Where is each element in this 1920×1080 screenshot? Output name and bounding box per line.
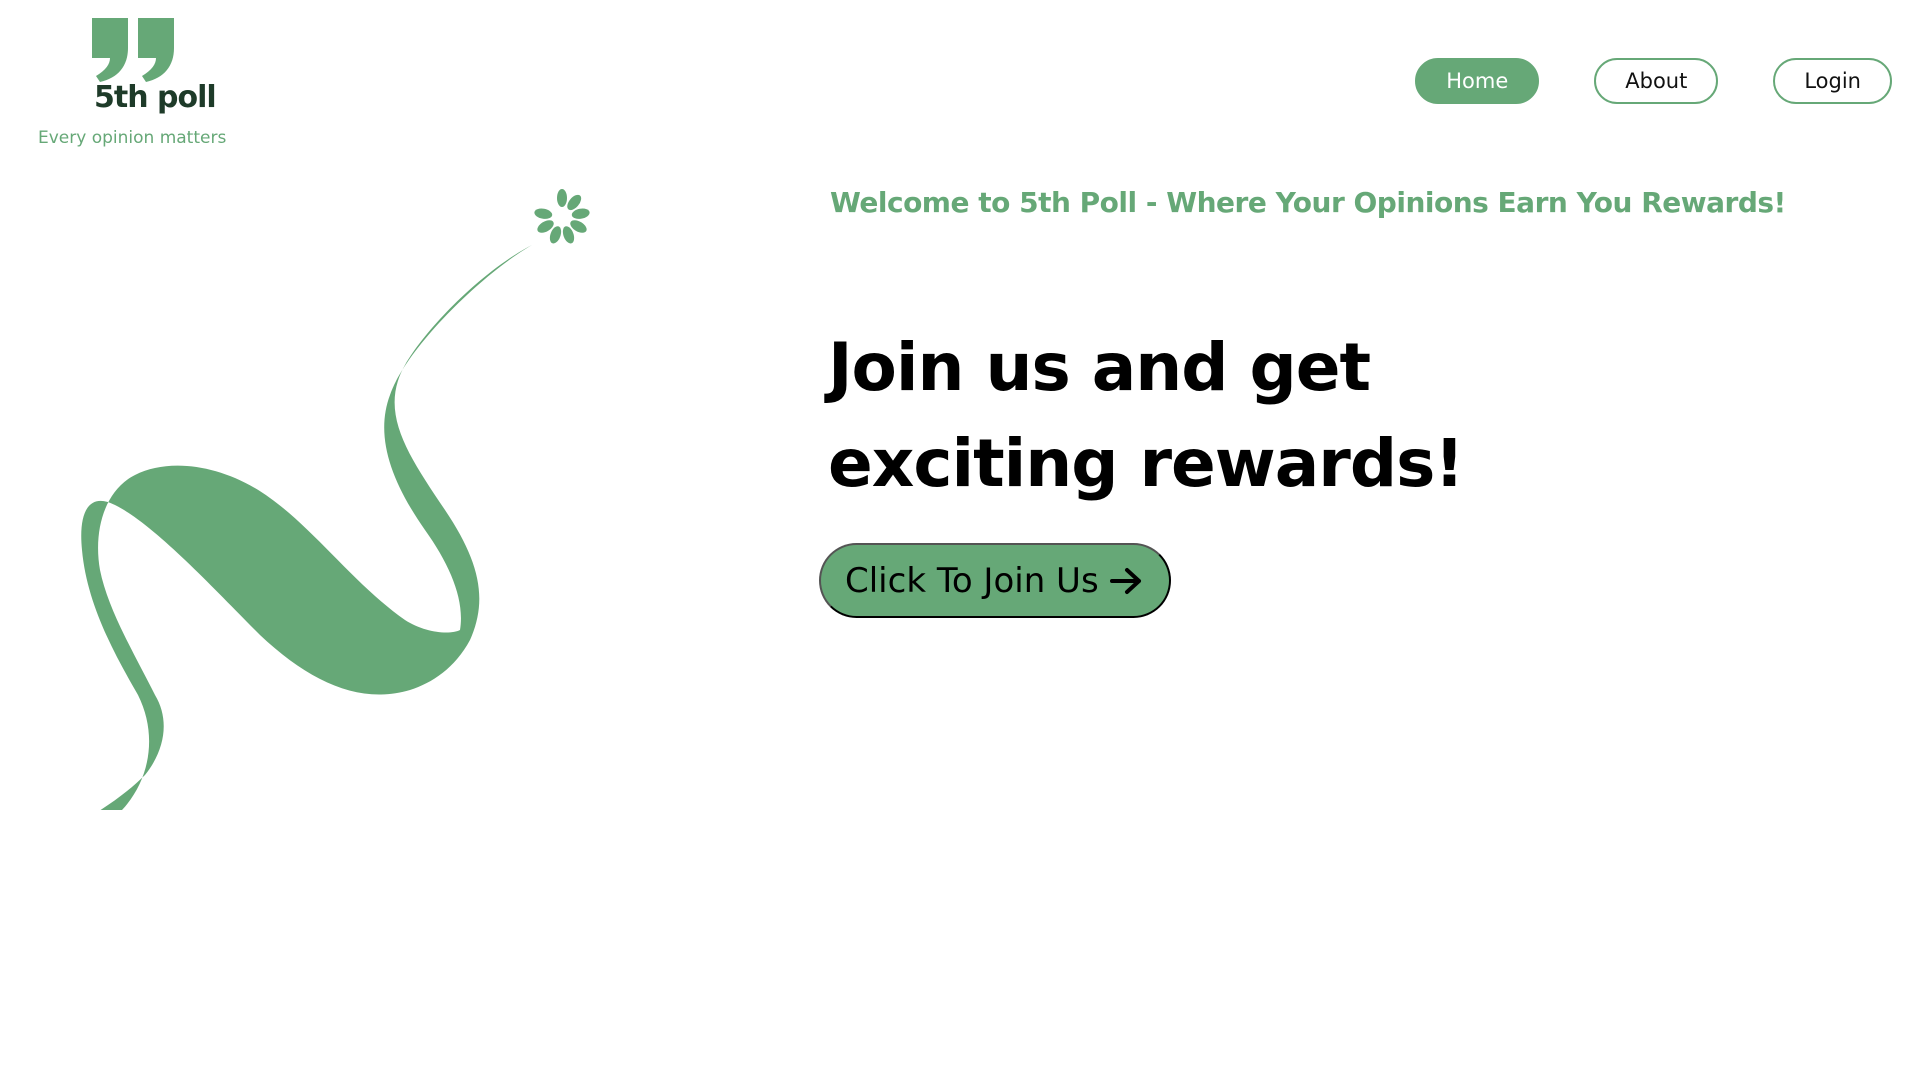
nav-about-button[interactable]: About <box>1594 58 1719 104</box>
landing-page: 5th poll Every opinion matters Home Abou… <box>0 0 1920 1080</box>
brand-name: 5th poll <box>94 80 217 115</box>
ribbon-shape <box>81 245 532 810</box>
join-us-button[interactable]: Click To Join Us <box>819 543 1171 618</box>
quote-marks-icon <box>92 18 174 82</box>
brand-tagline: Every opinion matters <box>38 128 227 148</box>
ribbon-flower-illustration <box>81 189 590 810</box>
headline-line-1: Join us and get <box>828 329 1371 406</box>
nav-login-button[interactable]: Login <box>1773 58 1892 104</box>
join-us-label: Click To Join Us <box>845 560 1099 601</box>
main-nav: Home About Login <box>1415 58 1892 104</box>
brand-logo[interactable]: 5th poll Every opinion matters <box>38 18 238 158</box>
hero-headline: Join us and get exciting rewards! <box>828 320 1528 512</box>
flower-icon <box>534 189 590 244</box>
nav-home-button[interactable]: Home <box>1415 58 1540 104</box>
arrow-right-icon <box>1109 567 1141 594</box>
welcome-message: Welcome to 5th Poll - Where Your Opinion… <box>830 186 1786 219</box>
headline-line-2: exciting rewards! <box>828 425 1464 502</box>
